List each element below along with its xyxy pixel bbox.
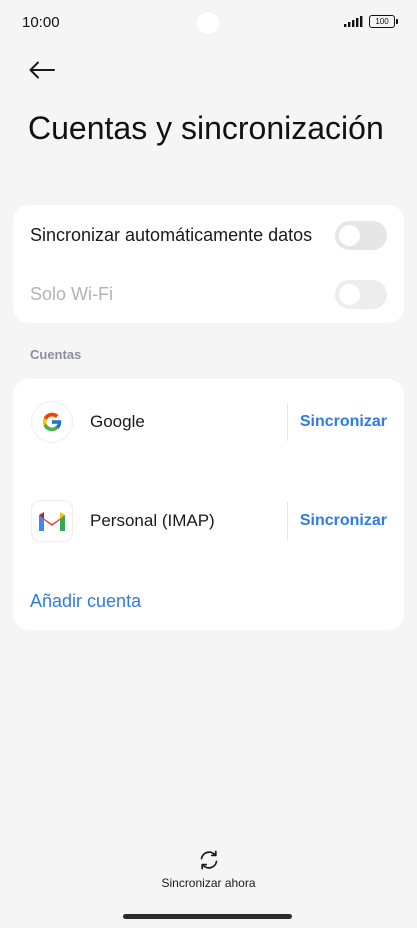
sync-settings-card: Sincronizar automáticamente datos Solo W… [13,205,404,323]
account-row-personal-imap[interactable]: Personal (IMAP) Sincronizar [13,492,404,552]
sync-google-button[interactable]: Sincronizar [300,413,387,431]
camera-cutout [197,12,219,34]
status-icons: 100 [344,15,398,28]
wifi-only-toggle[interactable] [335,279,387,309]
divider [287,403,288,441]
account-row-google[interactable]: Google Sincronizar [13,393,404,453]
page-title: Cuentas y sincronización [28,110,384,146]
toggle-knob [339,224,360,246]
add-account-button[interactable]: Añadir cuenta [30,591,141,612]
account-name-personal-imap: Personal (IMAP) [90,511,215,530]
gmail-icon [32,501,72,541]
arrow-left-icon [29,61,55,79]
signal-bars-icon [344,16,363,27]
auto-sync-row[interactable]: Sincronizar automáticamente datos [13,206,404,264]
home-indicator[interactable] [123,914,292,919]
sync-now-label: Sincronizar ahora [161,876,256,890]
divider [287,502,288,540]
toggle-knob [339,283,360,305]
auto-sync-toggle[interactable] [335,220,387,250]
sync-now-button[interactable]: Sincronizar ahora [0,848,417,890]
battery-icon: 100 [369,15,398,28]
wifi-only-label: Solo Wi-Fi [30,283,114,304]
account-name-google: Google [90,412,145,431]
accounts-card: Google Sincronizar Personal (IMAP) Sincr… [13,379,404,630]
accounts-section-header: Cuentas [30,347,82,362]
auto-sync-label: Sincronizar automáticamente datos [30,224,313,245]
wifi-only-row[interactable]: Solo Wi-Fi [13,265,404,323]
status-bar: 10:00 100 [0,0,417,48]
sync-personal-imap-button[interactable]: Sincronizar [300,512,387,530]
sync-icon [200,850,217,870]
back-button[interactable] [26,56,58,84]
google-icon [32,402,72,442]
status-time: 10:00 [22,14,60,31]
